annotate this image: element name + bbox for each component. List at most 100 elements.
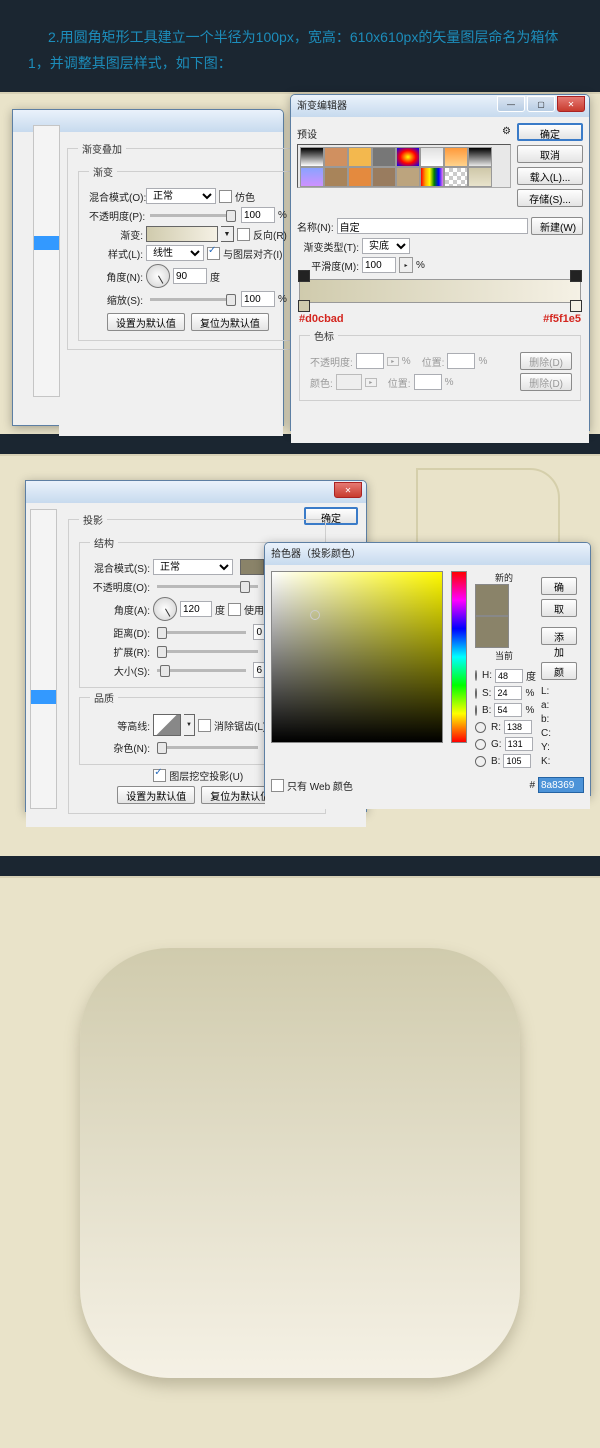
layer-style-gradient-window[interactable]: 渐变叠加 渐变 混合模式(O): 正常 仿色 不透明度(P): % 渐变: ▼ … (12, 109, 284, 426)
set-default-button[interactable]: 设置为默认值 (107, 313, 185, 331)
r-input[interactable] (504, 720, 532, 734)
window-title: 拾色器（投影颜色） (271, 549, 361, 560)
preset-swatch[interactable] (420, 147, 444, 167)
scale-slider[interactable] (150, 298, 234, 301)
reverse-label: 反向(R) (253, 227, 287, 242)
dither-checkbox[interactable] (219, 190, 232, 203)
opacity-stop-right[interactable] (570, 270, 582, 282)
blend-mode-select[interactable]: 正常 (153, 559, 233, 575)
bv-input[interactable] (503, 754, 531, 768)
hex-input[interactable] (538, 777, 584, 793)
s-radio[interactable] (475, 688, 477, 699)
global-light-checkbox[interactable] (228, 603, 241, 616)
preset-swatch[interactable] (300, 167, 324, 187)
g-input[interactable] (505, 737, 533, 751)
reset-default-button[interactable]: 复位为默认值 (191, 313, 269, 331)
gradient-name-input[interactable] (337, 218, 528, 234)
gradient-style-select[interactable]: 线性 (146, 245, 204, 261)
knockout-checkbox[interactable] (153, 769, 166, 782)
s-input[interactable] (494, 686, 522, 700)
distance-slider[interactable] (157, 631, 246, 634)
h-radio[interactable] (475, 670, 477, 681)
ok-button[interactable]: 确 (541, 577, 577, 595)
hue-slider[interactable] (451, 571, 467, 743)
h-input[interactable] (495, 669, 523, 683)
gradient-preview[interactable] (146, 226, 218, 242)
angle-input[interactable] (173, 268, 207, 284)
gradient-type-select[interactable]: 实底 (362, 238, 410, 254)
close-button[interactable]: ✕ (334, 482, 362, 498)
hex-prefix-label: # (529, 780, 535, 791)
shadow-color-swatch[interactable] (240, 559, 264, 575)
preset-swatch[interactable] (324, 167, 348, 187)
preset-swatch[interactable] (348, 167, 372, 187)
noise-slider[interactable] (157, 746, 258, 749)
cancel-button[interactable]: 取 (541, 599, 577, 617)
ok-button[interactable]: 确定 (517, 123, 583, 141)
gear-icon[interactable]: ⚙ (502, 126, 511, 141)
gradient-style-label: 样式(L): (89, 246, 143, 261)
contour-preview[interactable] (153, 714, 181, 736)
color-lib-button[interactable]: 颜 (541, 662, 577, 680)
r-radio[interactable] (475, 722, 486, 733)
g-radio[interactable] (475, 739, 486, 750)
b-radio[interactable] (475, 705, 477, 716)
stops-legend: 色标 (310, 328, 338, 343)
preset-swatch[interactable] (372, 167, 396, 187)
new-button[interactable]: 新建(W) (531, 217, 583, 235)
b-input[interactable] (494, 703, 522, 717)
blend-mode-select[interactable]: 正常 (146, 188, 216, 204)
opacity-slider[interactable] (157, 585, 258, 588)
color-field-cursor (310, 610, 320, 620)
angle-input[interactable] (180, 601, 212, 617)
preset-swatch[interactable] (444, 167, 468, 187)
spread-slider[interactable] (157, 650, 258, 653)
color-stop-right[interactable] (570, 300, 582, 312)
preset-swatch[interactable] (468, 147, 492, 167)
angle-label: 角度(A): (90, 602, 150, 617)
gradient-editor-window[interactable]: 渐变编辑器 — ▢ ✕ 预设⚙ 确定 取消 载入(L)... (290, 94, 590, 431)
preset-swatch[interactable] (444, 147, 468, 167)
preset-swatch[interactable] (468, 167, 492, 187)
preset-swatch[interactable] (372, 147, 396, 167)
opacity-input[interactable] (241, 207, 275, 223)
preset-swatch[interactable] (420, 167, 444, 187)
set-default-button[interactable]: 设置为默认值 (117, 786, 195, 804)
web-only-checkbox[interactable] (271, 779, 284, 792)
antialias-checkbox[interactable] (198, 719, 211, 732)
preset-swatch[interactable] (300, 147, 324, 167)
window-titlebar[interactable]: 渐变编辑器 — ▢ ✕ (291, 95, 589, 117)
smoothness-input[interactable] (362, 257, 396, 273)
preset-swatch[interactable] (324, 147, 348, 167)
angle-dial[interactable] (153, 597, 177, 621)
color-field[interactable] (271, 571, 443, 743)
preset-swatch[interactable] (396, 147, 420, 167)
opacity-stop-left[interactable] (298, 270, 310, 282)
close-button[interactable]: ✕ (557, 96, 585, 112)
smoothness-dropdown[interactable]: ▸ (399, 257, 413, 273)
window-titlebar[interactable]: 拾色器（投影颜色） (265, 543, 590, 565)
bv-radio[interactable] (475, 756, 486, 767)
color-stop-left[interactable] (298, 300, 310, 312)
minimize-button[interactable]: — (497, 96, 525, 112)
cancel-button[interactable]: 取消 (517, 145, 583, 163)
align-layer-checkbox[interactable] (207, 247, 220, 260)
reverse-checkbox[interactable] (237, 228, 250, 241)
load-button[interactable]: 载入(L)... (517, 167, 583, 185)
lab-b-label: b: (541, 714, 549, 725)
maximize-button[interactable]: ▢ (527, 96, 555, 112)
opacity-slider[interactable] (150, 214, 234, 217)
scale-input[interactable] (241, 291, 275, 307)
contour-dropdown[interactable]: ▼ (184, 714, 195, 736)
save-button[interactable]: 存储(S)... (517, 189, 583, 207)
new-color-swatch (475, 584, 509, 616)
preset-swatch[interactable] (348, 147, 372, 167)
size-slider[interactable] (157, 669, 246, 672)
gradient-bar[interactable] (299, 279, 581, 303)
add-swatch-button[interactable]: 添加 (541, 627, 577, 645)
window-titlebar[interactable]: ✕ (26, 481, 366, 503)
angle-dial[interactable] (146, 264, 170, 288)
gradient-dropdown-arrow[interactable]: ▼ (221, 226, 234, 242)
color-picker-window[interactable]: 拾色器（投影颜色） 新的 当前 H:度 S:% B:% R: G: (264, 542, 591, 796)
preset-swatch[interactable] (396, 167, 420, 187)
